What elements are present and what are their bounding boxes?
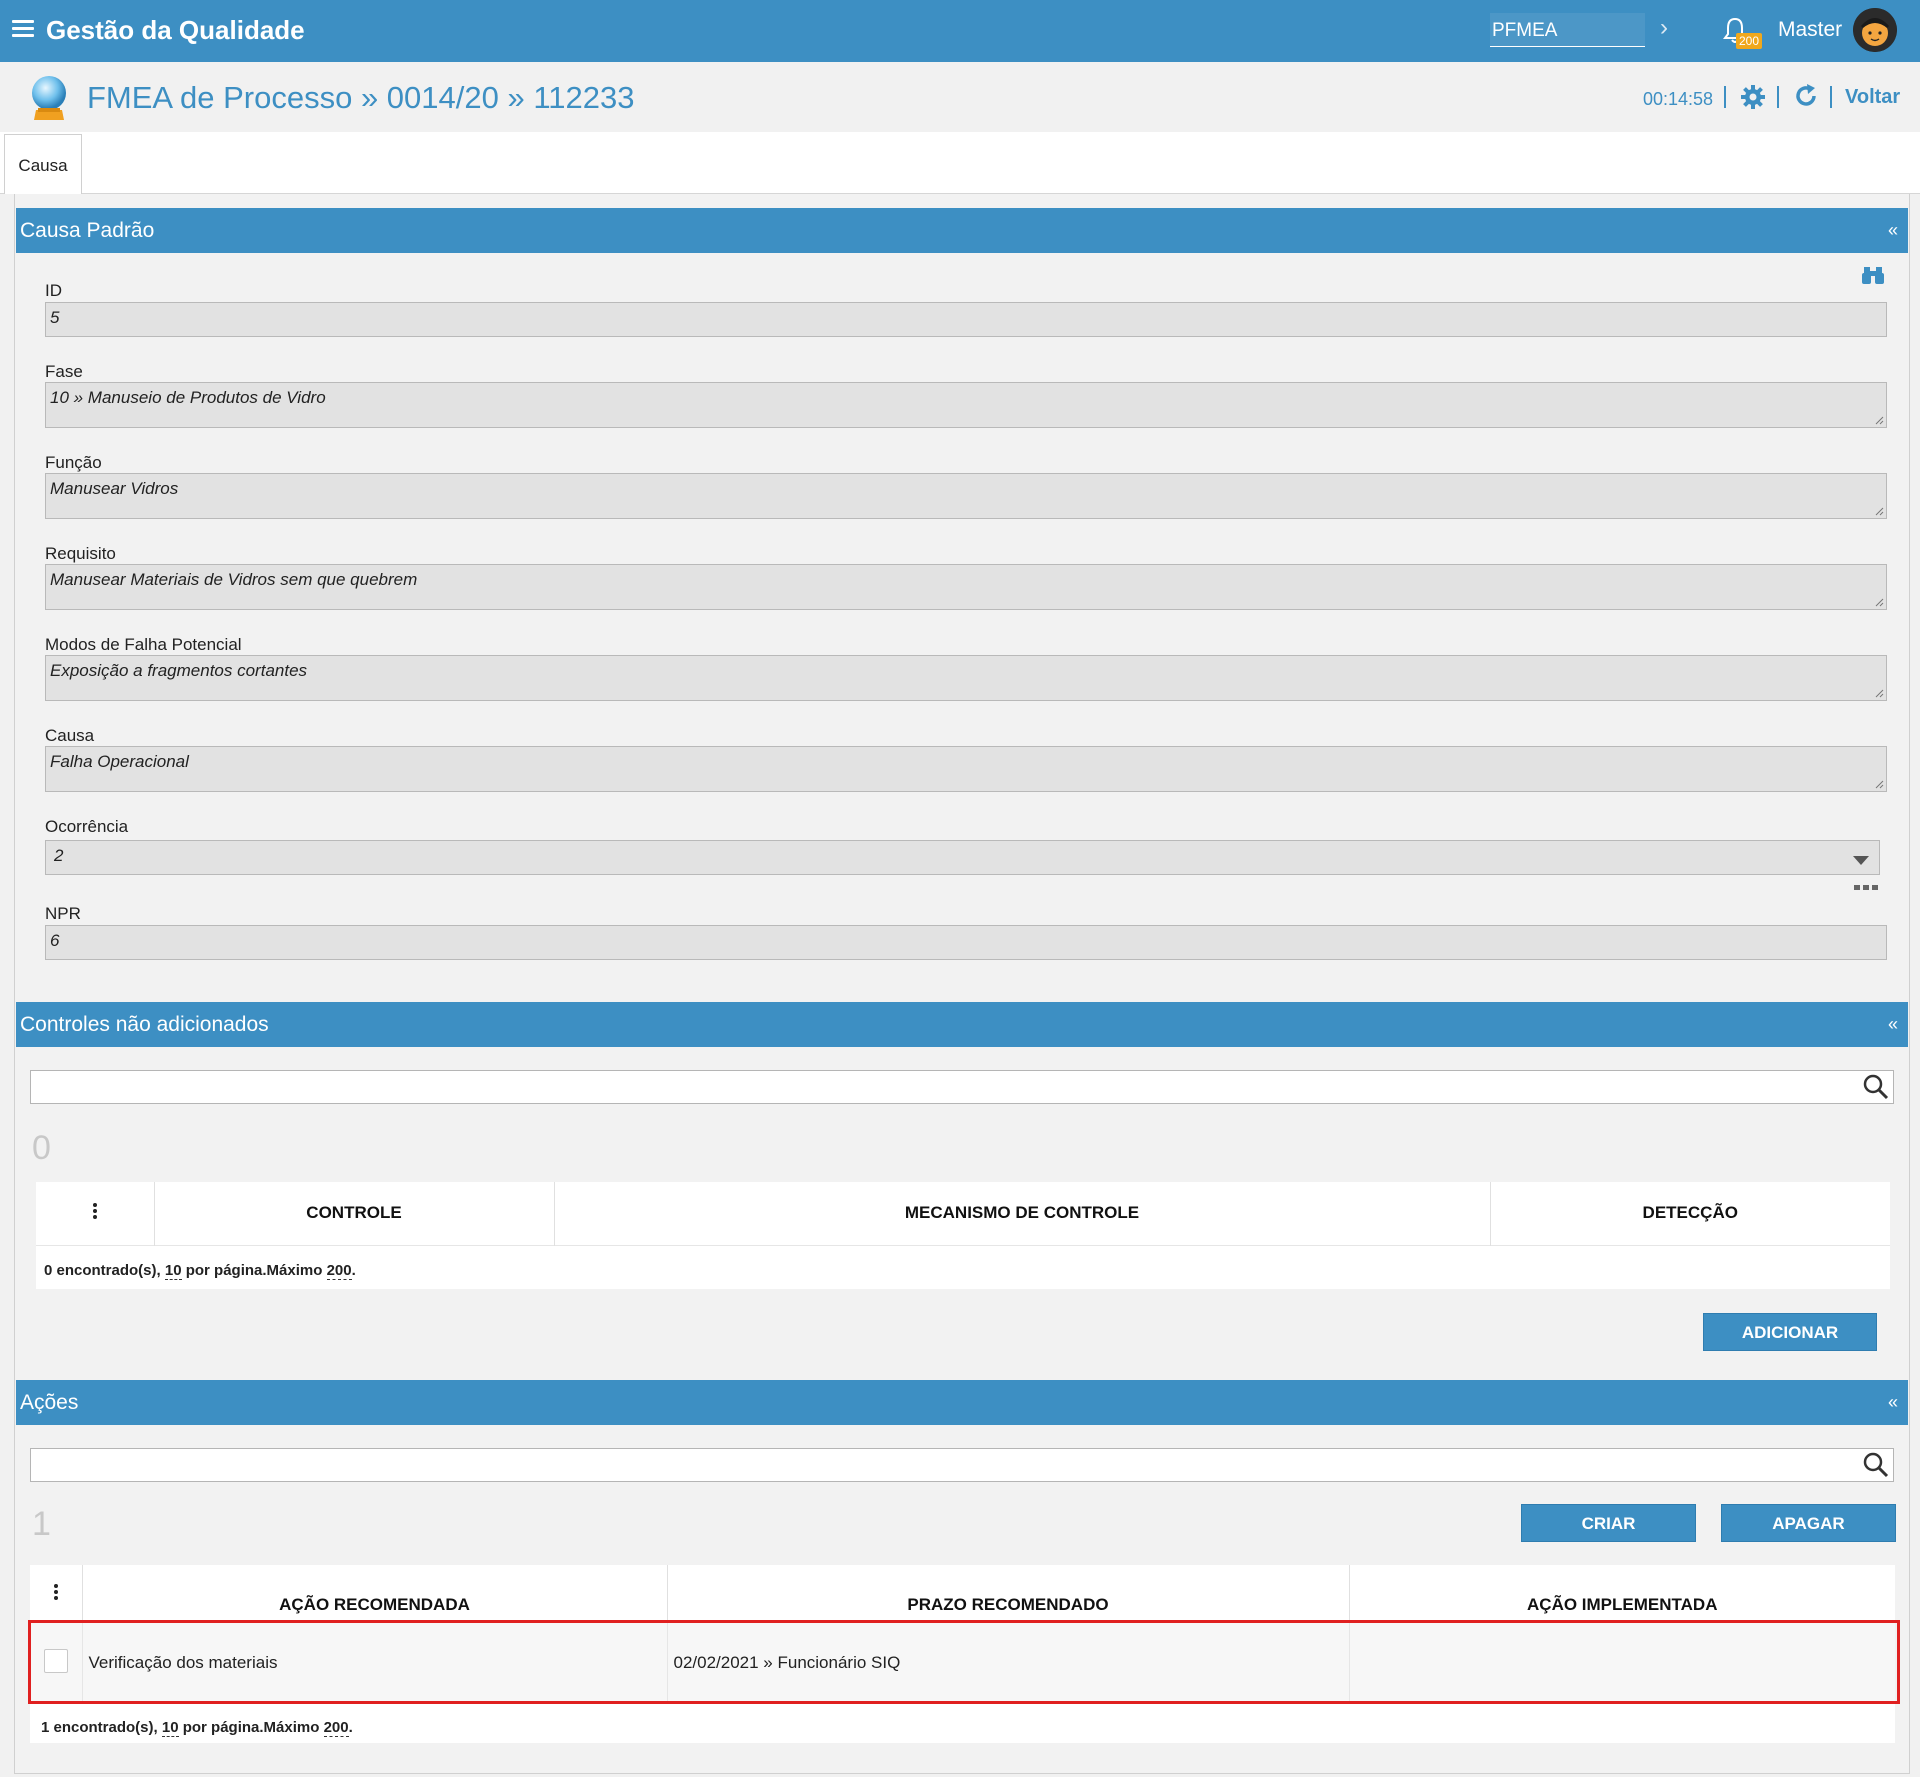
column-header[interactable]: DETECÇÃO [1490,1182,1890,1245]
table-header-row: AÇÃO RECOMENDADA PRAZO RECOMENDADO AÇÃO … [30,1565,1895,1623]
fase-value: 10 » Manuseio de Produtos de Vidro [50,388,326,407]
pagination-info: 0 encontrado(s), 10 por página.Máximo 20… [44,1262,356,1280]
column-header[interactable]: PRAZO RECOMENDADO [667,1565,1350,1623]
page-header: FMEA de Processo » 0014/20 » 112233 00:1… [0,62,1920,132]
controles-search-input[interactable] [30,1070,1894,1104]
per-page-link[interactable]: 10 [164,1262,182,1280]
separator [1724,86,1726,108]
id-label: ID [45,281,62,300]
requisito-field[interactable]: Manusear Materiais de Vidros sem que que… [45,564,1887,610]
fase-field[interactable]: 10 » Manuseio de Produtos de Vidro [45,382,1887,428]
modos-label: Modos de Falha Potencial [45,635,242,654]
criar-button[interactable]: CRIAR [1521,1504,1696,1542]
refresh-icon[interactable] [1793,83,1819,109]
avatar[interactable] [1853,8,1897,52]
table-row[interactable]: Verificação dos materiais 02/02/2021 » F… [30,1623,1895,1703]
ocorrencia-value: 2 [54,846,64,865]
end-text: . [348,1719,353,1736]
tab-causa[interactable]: Causa [4,134,82,194]
max-link[interactable]: 200 [326,1262,352,1280]
acao-cell[interactable]: Verificação dos materiais [82,1623,668,1703]
section-causa-padrao-header[interactable]: Causa Padrão « [16,208,1908,253]
id-field[interactable]: 5 [45,302,1887,337]
prazo-cell[interactable]: 02/02/2021 » Funcionário SIQ [667,1623,1350,1703]
column-header[interactable]: CONTROLE [154,1182,555,1245]
requisito-label: Requisito [45,544,116,563]
column-options[interactable] [30,1565,83,1623]
funcao-value: Manusear Vidros [50,479,179,498]
notification-badge: 200 [1736,33,1763,49]
ocorrencia-label: Ocorrência [45,817,129,836]
app-title[interactable]: Gestão da Qualidade [46,15,305,46]
top-bar: Gestão da Qualidade PFMEA › 200 Master [0,0,1920,62]
found-text: 0 encontrado(s), [44,1262,165,1279]
apagar-button[interactable]: APAGAR [1721,1504,1896,1542]
ocorrencia-select[interactable]: 2 [45,840,1880,875]
section-title: Ações [20,1391,79,1414]
resize-handle-icon[interactable] [1874,688,1884,698]
acoes-search-input[interactable] [30,1448,1894,1482]
binoculars-icon[interactable] [1862,265,1884,285]
resize-handle-icon[interactable] [1874,779,1884,789]
chevron-down-icon[interactable] [1853,856,1869,865]
resize-handle-icon[interactable] [1874,597,1884,607]
implementada-cell[interactable] [1349,1623,1895,1703]
acoes-table: AÇÃO RECOMENDADA PRAZO RECOMENDADO AÇÃO … [30,1565,1895,1743]
section-title: Controles não adicionados [20,1013,269,1036]
session-timer: 00:14:58 [1643,89,1714,109]
chevron-right-icon[interactable]: › [1660,14,1668,42]
column-header[interactable]: AÇÃO RECOMENDADA [82,1565,668,1623]
tab-strip: Causa [0,132,1920,194]
modos-value: Exposição a fragmentos cortantes [50,661,308,680]
section-acoes-header[interactable]: Ações « [16,1380,1908,1425]
module-input[interactable]: PFMEA [1490,13,1645,47]
gear-icon[interactable] [1740,84,1766,110]
more-dots-icon[interactable] [1853,883,1879,893]
npr-field[interactable]: 6 [45,925,1887,960]
per-page-link[interactable]: 10 [161,1719,179,1737]
resize-handle-icon[interactable] [1874,506,1884,516]
fase-label: Fase [45,362,83,381]
vertical-dots-icon[interactable] [92,1201,97,1221]
row-checkbox[interactable] [43,1648,68,1673]
collapse-icon[interactable]: « [1888,1392,1898,1413]
adicionar-button[interactable]: ADICIONAR [1703,1313,1877,1351]
pagination-info: 1 encontrado(s), 10 por página.Máximo 20… [41,1719,353,1737]
causa-value: Falha Operacional [50,752,189,771]
column-header[interactable]: AÇÃO IMPLEMENTADA [1349,1565,1895,1623]
section-title: Causa Padrão [20,219,155,242]
collapse-icon[interactable]: « [1888,220,1898,241]
resize-handle-icon[interactable] [1874,415,1884,425]
search-icon[interactable] [1863,1074,1889,1100]
funcao-field[interactable]: Manusear Vidros [45,473,1887,519]
max-link[interactable]: 200 [323,1719,349,1737]
crystal-ball-icon [32,76,66,120]
npr-label: NPR [45,904,81,923]
separator [1830,86,1832,108]
requisito-value: Manusear Materiais de Vidros sem que que… [50,570,418,589]
per-page-text: por página.Máximo [178,1719,324,1736]
menu-icon[interactable] [12,20,34,38]
user-name[interactable]: Master [1778,18,1842,42]
section-controles-header[interactable]: Controles não adicionados « [16,1002,1908,1047]
causa-field[interactable]: Falha Operacional [45,746,1887,792]
back-link[interactable]: Voltar [1845,86,1900,109]
collapse-icon[interactable]: « [1888,1014,1898,1035]
acoes-count: 1 [32,1505,51,1543]
found-text: 1 encontrado(s), [41,1719,162,1736]
vertical-dots-icon[interactable] [53,1582,58,1602]
modos-field[interactable]: Exposição a fragmentos cortantes [45,655,1887,701]
controles-count: 0 [32,1129,51,1167]
table-header-row: CONTROLE MECANISMO DE CONTROLE DETECÇÃO [36,1182,1890,1245]
page-title: FMEA de Processo » 0014/20 » 112233 [87,80,635,115]
causa-label: Causa [45,726,95,745]
separator [1777,86,1779,108]
column-header[interactable]: MECANISMO DE CONTROLE [554,1182,1491,1245]
end-text: . [351,1262,356,1279]
per-page-text: por página.Máximo [181,1262,327,1279]
funcao-label: Função [45,453,102,472]
search-icon[interactable] [1863,1452,1889,1478]
column-options[interactable] [36,1182,155,1245]
row-select-cell[interactable] [30,1623,83,1703]
